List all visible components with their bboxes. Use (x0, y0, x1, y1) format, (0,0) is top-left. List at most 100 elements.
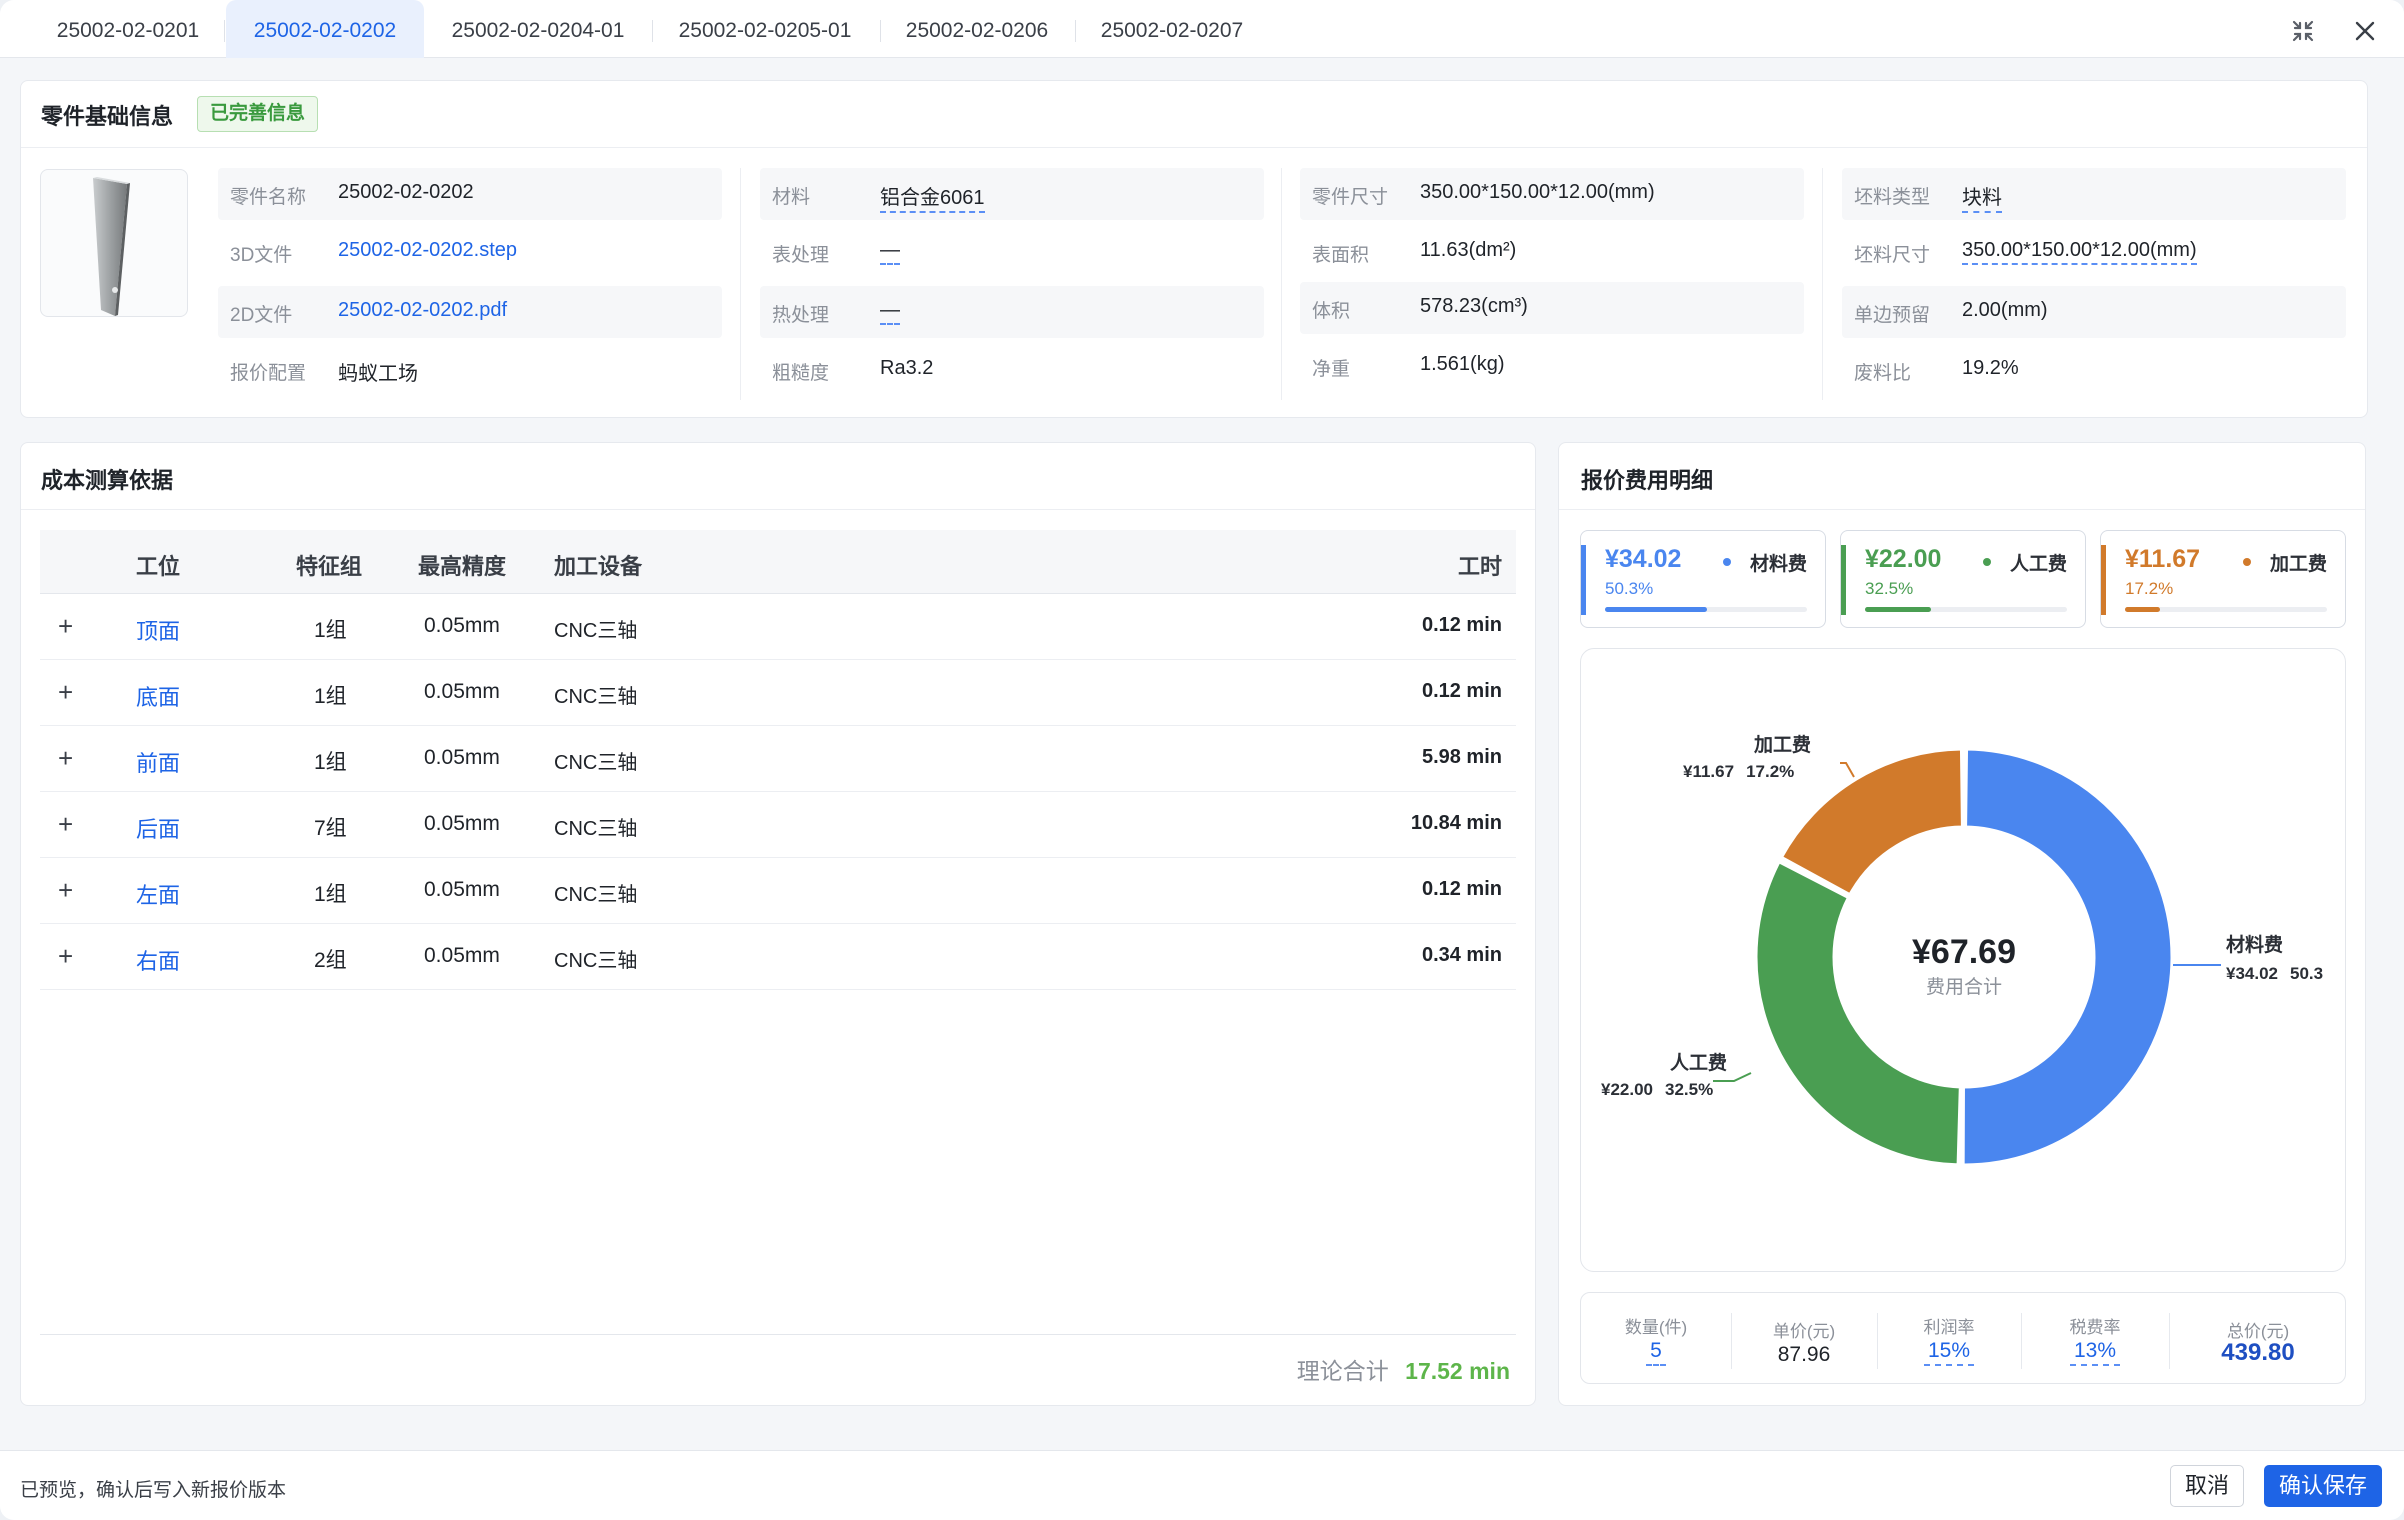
info-label: 零件尺寸 (1312, 187, 1389, 208)
info-row-volume: 体积 578.23(cm³) (1300, 282, 1804, 334)
summary-profit-rate: 利润率 15% (1877, 1293, 2021, 1385)
station-link[interactable]: 顶面 (136, 614, 180, 646)
donut-slice-2[interactable] (1779, 747, 1964, 897)
table-row[interactable]: + 顶面 1组 0.05mm CNC三轴 0.12 min (40, 594, 1516, 660)
tab-25002-02-0207[interactable]: 25002-02-0207 (1077, 0, 1267, 58)
profit-rate-input[interactable]: 15% (1877, 1339, 2021, 1366)
label-leader-line (1840, 762, 1855, 778)
tab-25002-02-0206[interactable]: 25002-02-0206 (882, 0, 1072, 58)
column-header-hours[interactable]: 工时 (1458, 549, 1502, 581)
cost-progress-fill (1605, 607, 1707, 612)
column-header-equipment[interactable]: 加工设备 (554, 549, 642, 581)
processing-cost-card[interactable]: ¥11.67 17.2% 加工费 (2100, 530, 2346, 628)
expand-icon[interactable]: + (58, 811, 73, 837)
info-label: 体积 (1312, 301, 1351, 322)
tab-divider (224, 20, 225, 42)
cost-name: 人工费 (2009, 554, 2067, 575)
summary-tax-rate: 税费率 13% (2021, 1293, 2169, 1385)
table-row[interactable]: + 左面 1组 0.05mm CNC三轴 0.12 min (40, 858, 1516, 924)
cost-percent: 50.3% (1605, 579, 1654, 598)
surface-area-value: 11.63(dm²) (1420, 239, 1517, 261)
2d-file-link[interactable]: 25002-02-0202.pdf (338, 299, 507, 322)
info-label: 净重 (1312, 359, 1351, 380)
tab-divider (880, 20, 881, 42)
info-row-part-size: 零件尺寸 350.00*150.00*12.00(mm) (1300, 168, 1804, 220)
cost-percent: 32.5% (1865, 579, 1914, 598)
quote-summary-bar: 数量(件) 5 单价(元) 87.96 利润率 15% 税费率 13% 总价(元… (1580, 1292, 2346, 1384)
feature-group-cell: 1组 (314, 619, 347, 642)
station-link[interactable]: 左面 (136, 878, 180, 910)
tax-rate-input[interactable]: 13% (2021, 1339, 2169, 1366)
info-label: 表处理 (772, 245, 830, 266)
chart-center-label: 费用合计 (1926, 976, 2002, 998)
donut-slice-1[interactable] (1754, 859, 1962, 1167)
summary-label: 数量(件) (1624, 1318, 1688, 1337)
material-select[interactable]: 铝合金6061 (880, 181, 985, 213)
info-label: 报价配置 (230, 363, 307, 384)
equipment-cell: CNC三轴 (554, 620, 638, 642)
column-header-station[interactable]: 工位 (136, 549, 180, 581)
slice-value-processing: ¥11.67 17.2% (1683, 762, 1794, 781)
info-row-material: 材料 铝合金6061 (760, 168, 1264, 220)
theory-total-value: 17.52 min (1405, 1358, 1510, 1384)
tab-25002-02-0201[interactable]: 25002-02-0201 (28, 0, 228, 58)
chart-center-total: ¥67.69 (1912, 933, 2016, 971)
cancel-button[interactable]: 取消 (2170, 1465, 2245, 1507)
feature-group-cell: 1组 (314, 751, 347, 774)
material-cost-card[interactable]: ¥34.02 50.3% 材料费 (1580, 530, 1826, 628)
blank-size-input[interactable]: 350.00*150.00*12.00(mm) (1962, 239, 2197, 265)
column-header-precision[interactable]: 最高精度 (418, 549, 506, 581)
table-row[interactable]: + 前面 1组 0.05mm CNC三轴 5.98 min (40, 726, 1516, 792)
part-thumbnail[interactable] (40, 169, 188, 317)
station-link[interactable]: 右面 (136, 944, 180, 976)
close-icon[interactable] (2352, 18, 2378, 44)
column-divider (740, 168, 741, 400)
total-price-value: 439.80 (2221, 1339, 2295, 1366)
expand-icon[interactable]: + (58, 613, 73, 639)
table-row[interactable]: + 后面 7组 0.05mm CNC三轴 10.84 min (40, 792, 1516, 858)
info-label: 热处理 (772, 305, 830, 326)
blank-type-select[interactable]: 块料 (1962, 181, 2002, 213)
labor-cost-card[interactable]: ¥22.00 32.5% 人工费 (1840, 530, 2086, 628)
summary-unit-price: 单价(元) 87.96 (1731, 1293, 1877, 1385)
summary-label: 税费率 (2069, 1318, 2121, 1337)
3d-file-link[interactable]: 25002-02-0202.step (338, 239, 517, 262)
donut-chart-svg: ¥67.69 费用合计 材料费 ¥34.02 50.3 人工费 ¥22.00 32.… (1601, 734, 2323, 1167)
precision-cell: 0.05mm (424, 878, 500, 901)
collapse-icon[interactable] (2290, 18, 2316, 44)
table-row[interactable]: + 底面 1组 0.05mm CNC三轴 0.12 min (40, 660, 1516, 726)
slice-value-material: ¥34.02 50.3 (2226, 964, 2323, 983)
tab-25002-02-0205-01[interactable]: 25002-02-0205-01 (654, 0, 876, 58)
legend-dot-icon (1983, 558, 1991, 566)
tab-25002-02-0204-01[interactable]: 25002-02-0204-01 (428, 0, 648, 58)
station-link[interactable]: 底面 (136, 680, 180, 712)
info-label: 2D文件 (230, 305, 293, 326)
station-link[interactable]: 后面 (136, 812, 180, 844)
confirm-save-button[interactable]: 确认保存 (2264, 1465, 2383, 1507)
info-row-scrap-ratio: 废料比 19.2% (1842, 344, 2346, 396)
expand-icon[interactable]: + (58, 679, 73, 705)
cost-progress-track (1605, 607, 1807, 612)
accent-bar (1581, 545, 1586, 615)
quantity-input[interactable]: 5 (1581, 1339, 1731, 1366)
legend-dot-icon (2243, 558, 2251, 566)
info-row-blank-type: 坯料类型 块料 (1842, 168, 2346, 220)
status-badge: 已完善信息 (197, 96, 319, 132)
surface-treatment-select[interactable]: — (880, 239, 900, 265)
heat-treatment-select[interactable]: — (880, 299, 900, 325)
expand-icon[interactable]: + (58, 877, 73, 903)
net-weight-value: 1.561(kg) (1420, 353, 1505, 375)
hours-cell: 0.12 min (1421, 878, 1502, 900)
hours-cell: 0.12 min (1421, 680, 1502, 702)
cost-donut-chart: ¥67.69 费用合计 材料费 ¥34.02 50.3 人工费 ¥22.00 32.… (1580, 648, 2346, 1272)
expand-icon[interactable]: + (58, 745, 73, 771)
tab-25002-02-0202[interactable]: 25002-02-0202 (226, 0, 424, 58)
table-footer-divider (40, 1334, 1516, 1335)
expand-icon[interactable]: + (58, 943, 73, 969)
column-header-feature-group[interactable]: 特征组 (296, 549, 362, 581)
tab-divider (652, 20, 653, 42)
station-link[interactable]: 前面 (136, 746, 180, 778)
info-row-roughness: 粗糙度 Ra3.2 (760, 344, 1264, 396)
accent-bar (2101, 545, 2106, 615)
table-row[interactable]: + 右面 2组 0.05mm CNC三轴 0.34 min (40, 924, 1516, 990)
